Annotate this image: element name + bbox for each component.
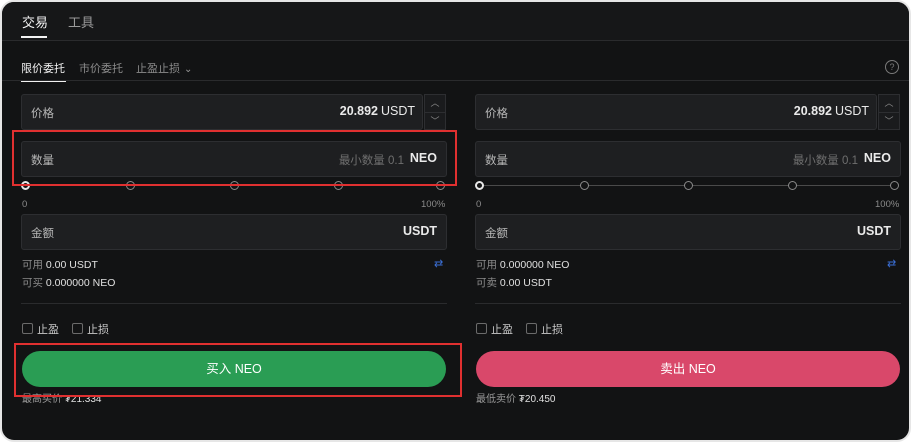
checkbox-icon [72, 323, 83, 334]
buy-stop-loss-checkbox[interactable]: 止损 [72, 321, 109, 337]
sell-take-profit-checkbox[interactable]: 止盈 [476, 321, 513, 337]
buy-slider-max-label: 100% [421, 199, 446, 210]
sell-quantity-label: 数量 [485, 155, 508, 167]
quantity-highlight-box [12, 130, 457, 186]
sell-quantity-placeholder: 最小数量 0.1 [792, 155, 858, 167]
sell-stop-loss-checkbox[interactable]: 止损 [526, 321, 563, 337]
sell-available-label: 可用 [476, 259, 497, 271]
buy-price-unit: USDT [380, 104, 415, 118]
sell-lowest-price: 最低卖价 ₮20.450 [476, 390, 555, 405]
sell-slider-min-label: 0 [476, 199, 482, 210]
buy-available: 可用 0.00 USDT [22, 257, 98, 272]
transfer-icon[interactable]: ⇄ [434, 257, 443, 270]
sell-quantity-slider[interactable] [475, 178, 899, 194]
buy-max-label: 可买 [22, 277, 43, 289]
buy-amount-label: 金额 [31, 228, 54, 240]
buy-take-profit-checkbox[interactable]: 止盈 [22, 321, 59, 337]
sell-max-value: 0.00 USDT [499, 277, 552, 289]
buy-max: 可买 0.000000 NEO [22, 275, 115, 290]
buy-price-stepper[interactable]: ︿ ﹀ [424, 94, 446, 130]
buy-price-value: 20.892 [339, 104, 378, 118]
sell-price-stepper[interactable]: ︿ ﹀ [878, 94, 900, 130]
slider-step-75[interactable] [788, 181, 797, 190]
sell-quantity-unit: NEO [863, 151, 891, 165]
sell-price-unit: USDT [834, 104, 869, 118]
buy-amount-unit: USDT [402, 224, 437, 238]
buy-amount-field[interactable]: 金额 USDT [21, 214, 447, 250]
sell-quantity-field[interactable]: 数量 最小数量 0.1 NEO [475, 141, 901, 177]
sell-amount-unit: USDT [856, 224, 891, 238]
sell-section-divider [475, 303, 901, 304]
checkbox-icon [476, 323, 487, 334]
slider-step-25[interactable] [580, 181, 589, 190]
buy-take-profit-label: 止盈 [37, 324, 59, 336]
slider-step-100[interactable] [890, 181, 899, 190]
buy-available-label: 可用 [22, 259, 43, 271]
transfer-icon[interactable]: ⇄ [887, 257, 896, 270]
slider-step-50[interactable] [684, 181, 693, 190]
buy-slider-min-label: 0 [22, 199, 28, 210]
sell-lowest-price-value: ₮20.450 [518, 394, 556, 405]
chevron-down-icon[interactable]: ﹀ [425, 112, 445, 130]
buy-price-field[interactable]: 价格 20.892 USDT ︿ ﹀ [21, 94, 446, 130]
sell-lowest-price-label: 最低卖价 [476, 394, 516, 405]
chevron-up-icon[interactable]: ︿ [879, 95, 899, 112]
checkbox-icon [22, 323, 33, 334]
sell-available: 可用 0.000000 NEO [476, 257, 569, 272]
checkbox-icon [526, 323, 537, 334]
sell-max-label: 可卖 [476, 277, 497, 289]
sell-stop-loss-label: 止损 [541, 324, 563, 336]
sell-panel: 价格 20.892 USDT ︿ ﹀ 数量 最小数量 0.1 NEO 0 100… [475, 2, 901, 440]
sell-slider-max-label: 100% [875, 199, 900, 210]
buy-section-divider [21, 303, 447, 304]
buy-price-label: 价格 [31, 108, 54, 120]
slider-handle[interactable] [475, 181, 484, 190]
buy-stop-loss-label: 止损 [87, 324, 109, 336]
sell-price-field[interactable]: 价格 20.892 USDT ︿ ﹀ [475, 94, 900, 130]
trade-widget: 交易 工具 限价委托 市价委托 止盈止损 ⌄ ? 价格 20.892 USDT ︿… [0, 0, 911, 442]
sell-amount-field[interactable]: 金额 USDT [475, 214, 901, 250]
chevron-down-icon[interactable]: ﹀ [879, 112, 899, 130]
sell-max: 可卖 0.00 USDT [476, 275, 552, 290]
chevron-up-icon[interactable]: ︿ [425, 95, 445, 112]
sell-available-value: 0.000000 NEO [499, 259, 570, 271]
buy-max-value: 0.000000 NEO [45, 277, 116, 289]
sell-button[interactable]: 卖出 NEO [476, 351, 900, 387]
sell-price-value: 20.892 [793, 104, 832, 118]
buy-available-value: 0.00 USDT [45, 259, 98, 271]
sell-price-label: 价格 [485, 108, 508, 120]
sell-take-profit-label: 止盈 [491, 324, 513, 336]
buy-button-highlight-box [14, 343, 462, 397]
sell-amount-label: 金额 [485, 228, 508, 240]
